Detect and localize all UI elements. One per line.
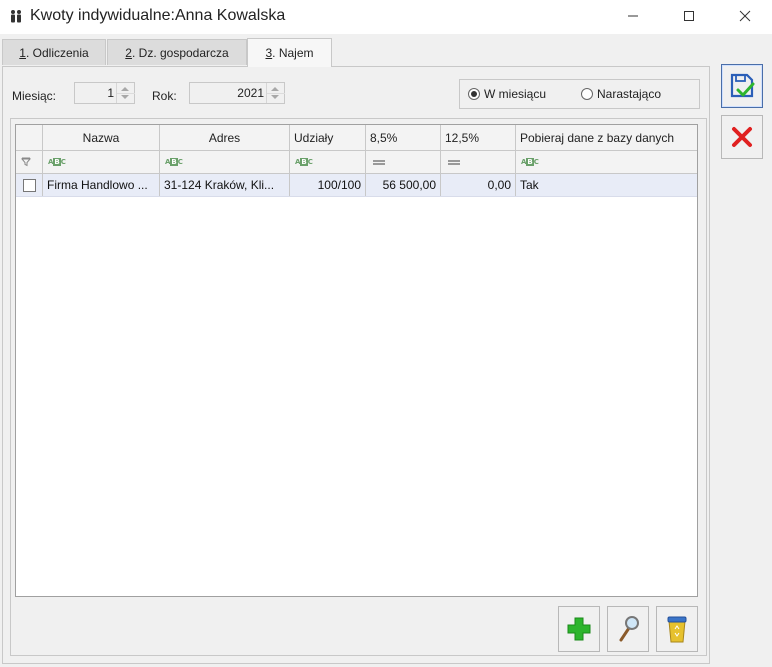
tab-najem-hotkey: 3 xyxy=(265,46,273,60)
maximize-button[interactable] xyxy=(666,0,712,32)
cell-udzialy[interactable]: 100/100 xyxy=(290,174,366,196)
row-checkbox-cell[interactable] xyxy=(16,174,43,196)
add-icon xyxy=(567,617,591,641)
tab-dz-gospodarcza[interactable]: 2 . Dz. gospodarcza xyxy=(107,39,247,65)
cancel-icon xyxy=(732,127,752,147)
header-select[interactable] xyxy=(16,125,43,150)
header-12-5[interactable]: 12,5% xyxy=(441,125,516,150)
text-filter-icon: ABC xyxy=(48,158,66,166)
cell-adres[interactable]: 31-124 Kraków, Kli... xyxy=(160,174,290,196)
cell-8-5[interactable]: 56 500,00 xyxy=(366,174,441,196)
cancel-button[interactable] xyxy=(721,115,763,159)
radio-w-miesiacu[interactable]: W miesiącu xyxy=(468,87,546,101)
title-bar: Kwoty indywidualne:Anna Kowalska xyxy=(0,0,772,34)
spin-down-icon xyxy=(121,95,129,99)
year-value: 2021 xyxy=(237,86,264,100)
year-spinner[interactable]: 2021 xyxy=(189,82,285,104)
grid-header: Nazwa Adres Udziały 8,5% 12,5% Pobieraj … xyxy=(16,125,697,151)
minimize-icon xyxy=(628,15,638,17)
add-button[interactable] xyxy=(558,606,600,652)
save-button[interactable] xyxy=(721,64,763,108)
filter-cell-12-5[interactable] xyxy=(441,151,516,173)
header-pobieraj[interactable]: Pobieraj dane z bazy danych xyxy=(516,125,697,150)
close-button[interactable] xyxy=(722,0,768,32)
tab-odliczenia[interactable]: 1 . Odliczenia xyxy=(2,39,106,65)
save-icon xyxy=(730,73,755,98)
funnel-icon xyxy=(21,157,31,167)
month-value: 1 xyxy=(107,86,114,100)
tab-dz-gospodarcza-label: . Dz. gospodarcza xyxy=(131,45,229,60)
delete-button[interactable] xyxy=(656,606,698,652)
text-filter-icon: ABC xyxy=(521,158,539,166)
equals-filter-icon xyxy=(448,159,460,165)
filter-row: ABC ABC ABC ABC xyxy=(16,151,697,174)
year-label: Rok: xyxy=(152,89,177,103)
tab-najem-label: . Najem xyxy=(272,46,314,60)
window-title: Kwoty indywidualne:Anna Kowalska xyxy=(30,7,286,24)
filter-cell-pobieraj[interactable]: ABC xyxy=(516,151,697,173)
spin-separator xyxy=(267,93,285,94)
close-icon xyxy=(739,10,751,22)
cell-pobieraj[interactable]: Tak xyxy=(516,174,697,196)
header-nazwa[interactable]: Nazwa xyxy=(43,125,160,150)
radio-unselected-icon xyxy=(581,88,593,100)
month-spinner[interactable]: 1 xyxy=(74,82,135,104)
equals-filter-icon xyxy=(373,159,385,165)
radio-narastajaco[interactable]: Narastająco xyxy=(581,87,661,101)
month-spinner-arrows[interactable] xyxy=(116,83,135,103)
cell-12-5[interactable]: 0,00 xyxy=(441,174,516,196)
spin-separator xyxy=(117,93,135,94)
minimize-button[interactable] xyxy=(610,0,656,32)
text-filter-icon: ABC xyxy=(165,158,183,166)
month-label: Miesiąc: xyxy=(12,89,57,103)
year-spinner-arrows[interactable] xyxy=(266,83,285,103)
filter-cell-nazwa[interactable]: ABC xyxy=(43,151,160,173)
spin-down-icon xyxy=(271,95,279,99)
trash-icon xyxy=(667,616,687,643)
spin-up-icon xyxy=(121,87,129,91)
header-udzialy[interactable]: Udziały xyxy=(290,125,366,150)
mode-radio-group: W miesiącu Narastająco xyxy=(459,79,700,109)
filter-cell-8-5[interactable] xyxy=(366,151,441,173)
spin-up-icon xyxy=(271,87,279,91)
filter-cell-udzialy[interactable]: ABC xyxy=(290,151,366,173)
tab-dz-gospodarcza-hotkey: 2 xyxy=(125,45,132,60)
tab-odliczenia-label: . Odliczenia xyxy=(25,45,89,60)
header-8-5[interactable]: 8,5% xyxy=(366,125,441,150)
data-grid[interactable]: Nazwa Adres Udziały 8,5% 12,5% Pobieraj … xyxy=(15,124,698,597)
filter-cell-select[interactable] xyxy=(16,151,43,173)
text-filter-icon: ABC xyxy=(295,158,313,166)
filter-cell-adres[interactable]: ABC xyxy=(160,151,290,173)
tab-najem[interactable]: 3 . Najem xyxy=(247,38,332,67)
table-row[interactable]: Firma Handlowo ... 31-124 Kraków, Kli...… xyxy=(16,174,697,197)
people-icon xyxy=(11,10,21,23)
row-checkbox[interactable] xyxy=(23,178,36,192)
header-adres[interactable]: Adres xyxy=(160,125,290,150)
tab-odliczenia-hotkey: 1 xyxy=(19,45,26,60)
maximize-icon xyxy=(684,11,694,21)
preview-button[interactable] xyxy=(607,606,649,652)
cell-nazwa[interactable]: Firma Handlowo ... xyxy=(43,174,160,196)
radio-w-miesiacu-label: W miesiącu xyxy=(484,87,547,101)
radio-selected-icon xyxy=(468,88,480,100)
magnifier-icon xyxy=(619,616,639,642)
radio-narastajaco-label: Narastająco xyxy=(597,87,662,101)
